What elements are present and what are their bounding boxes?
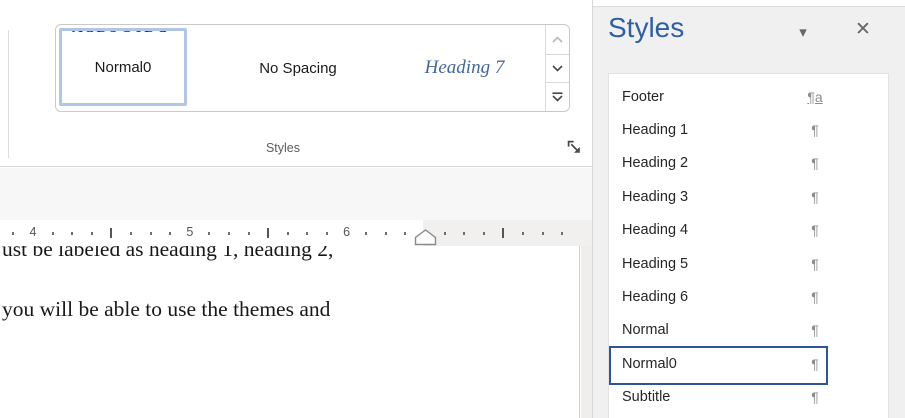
ruler-half-tick <box>110 228 112 238</box>
style-name: Normal0 <box>622 356 798 372</box>
ruler-tick <box>12 232 14 235</box>
ruler-tick <box>463 232 465 235</box>
word-window: AaBbCcDd Normal0 No Spacing Heading 7 <box>0 0 905 418</box>
paragraph-mark-icon: ¶ <box>798 189 832 205</box>
paragraph-mark-icon: ¶ <box>798 122 832 138</box>
paragraph-mark-icon: ¶a <box>798 89 832 105</box>
ruler-tick <box>248 232 250 235</box>
style-list-item-normal0[interactable]: Normal0¶ <box>609 347 888 380</box>
style-card-label: Normal0 <box>95 59 152 76</box>
gallery-scroll-column <box>545 25 569 111</box>
style-name: Heading 4 <box>622 222 798 238</box>
style-name: Subtitle <box>622 389 798 405</box>
style-preview-clipped: AaBbCcDd <box>62 31 184 38</box>
ribbon-group-separator <box>8 30 9 158</box>
style-card-heading-7[interactable]: Heading 7 <box>384 25 545 111</box>
dialog-launcher-icon <box>567 140 583 156</box>
ruler-tick <box>228 232 230 235</box>
style-list-item-heading-5[interactable]: Heading 5¶ <box>609 247 888 280</box>
style-card-normal0[interactable]: AaBbCcDd Normal0 <box>59 28 187 106</box>
ruler-tick <box>306 232 308 235</box>
style-list-item-heading-6[interactable]: Heading 6¶ <box>609 280 888 313</box>
horizontal-ruler[interactable]: 4 5 6 <box>0 220 592 246</box>
ruler-tick <box>326 232 328 235</box>
document-text-line-clipped: ust be labeled as heading 1, heading 2, <box>2 246 432 263</box>
paragraph-mark-icon: ¶ <box>798 389 832 405</box>
ruler-tick <box>365 232 367 235</box>
paragraph-mark-icon: ¶ <box>798 256 832 272</box>
pane-top-edge <box>593 0 905 7</box>
gallery-scroll-up-button[interactable] <box>546 25 569 54</box>
style-list-item-footer[interactable]: Footer¶a <box>609 80 888 113</box>
style-name: Heading 2 <box>622 155 798 171</box>
style-card-label: No Spacing <box>259 60 337 77</box>
ruler-tick <box>542 232 544 235</box>
ruler-number: 6 <box>343 225 350 239</box>
document-top-margin-band <box>0 168 592 220</box>
styles-dialog-launcher-button[interactable] <box>567 140 583 156</box>
styles-list: Footer¶aHeading 1¶Heading 2¶Heading 3¶He… <box>608 73 889 418</box>
style-name: Heading 1 <box>622 122 798 138</box>
style-list-item-normal[interactable]: Normal¶ <box>609 314 888 347</box>
paragraph-mark-icon: ¶ <box>798 289 832 305</box>
style-list-item-heading-4[interactable]: Heading 4¶ <box>609 214 888 247</box>
document-page[interactable]: ust be labeled as heading 1, heading 2, … <box>0 246 580 418</box>
style-name: Heading 3 <box>622 189 798 205</box>
paragraph-mark-icon: ¶ <box>798 356 832 372</box>
ruler-tick <box>169 232 171 235</box>
chevron-up-icon <box>552 36 563 43</box>
ruler-tick <box>130 232 132 235</box>
ruler-tick <box>483 232 485 235</box>
ruler-tick <box>385 232 387 235</box>
paragraph-mark-icon: ¶ <box>798 155 832 171</box>
style-name: Normal <box>622 322 798 338</box>
style-card-no-spacing[interactable]: No Spacing <box>214 25 382 111</box>
ruler-number: 4 <box>30 225 37 239</box>
ruler-tick <box>287 232 289 235</box>
style-list-item-heading-2[interactable]: Heading 2¶ <box>609 147 888 180</box>
more-styles-icon <box>552 92 563 102</box>
document-right-gutter <box>581 246 592 418</box>
ruler-tick <box>404 232 406 235</box>
style-name: Heading 5 <box>622 256 798 272</box>
document-text-line: you will be able to use the themes and <box>2 296 330 322</box>
paragraph-mark-icon: ¶ <box>798 322 832 338</box>
style-list-item-subtitle[interactable]: Subtitle¶ <box>609 381 888 414</box>
ruler-half-tick <box>502 228 504 238</box>
paragraph-mark-icon: ¶ <box>798 222 832 238</box>
ruler-tick <box>150 232 152 235</box>
ruler-tick <box>91 232 93 235</box>
style-card-label: Heading 7 <box>425 57 505 79</box>
gallery-more-button[interactable] <box>546 82 569 111</box>
style-name: Heading 6 <box>622 289 798 305</box>
ruler-text-area <box>0 220 423 246</box>
ruler-half-tick <box>267 228 269 238</box>
styles-pane-title: Styles <box>608 12 684 44</box>
style-name: Footer <box>622 89 798 105</box>
styles-gallery-cards: AaBbCcDd Normal0 No Spacing Heading 7 <box>56 25 545 111</box>
gallery-scroll-down-button[interactable] <box>546 54 569 83</box>
styles-gallery: AaBbCcDd Normal0 No Spacing Heading 7 <box>55 24 570 112</box>
ribbon-styles-group: AaBbCcDd Normal0 No Spacing Heading 7 <box>0 0 592 167</box>
ruler-tick <box>561 232 563 235</box>
style-list-item-heading-1[interactable]: Heading 1¶ <box>609 113 888 146</box>
ruler-tick <box>71 232 73 235</box>
ribbon-group-label: Styles <box>218 141 348 155</box>
ruler-tick <box>52 232 54 235</box>
ruler-number: 5 <box>186 225 193 239</box>
pane-options-dropdown-button[interactable]: ▾ <box>791 23 815 41</box>
pane-close-button[interactable]: ✕ <box>851 18 875 41</box>
chevron-down-icon <box>552 65 563 72</box>
ruler-tick <box>444 232 446 235</box>
ruler-tick <box>208 232 210 235</box>
ruler-tick <box>522 232 524 235</box>
styles-task-pane: Styles ▾ ✕ Footer¶aHeading 1¶Heading 2¶H… <box>592 0 905 418</box>
style-list-item-heading-3[interactable]: Heading 3¶ <box>609 180 888 213</box>
